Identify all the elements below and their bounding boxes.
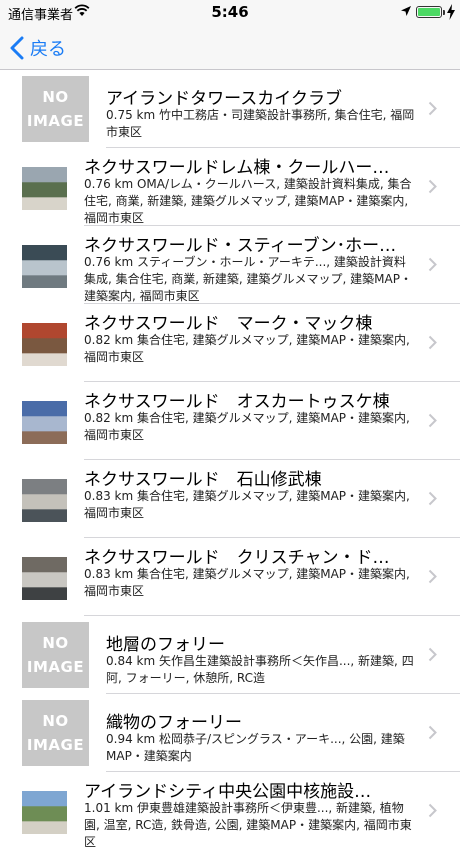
item-title: ネクサスワールド オスカートゥスケ棟 xyxy=(84,392,390,412)
clock: 5:46 xyxy=(211,3,249,21)
list-item[interactable]: NO IMAGE アイランドタワースカイクラブ 0.75 km 竹中工務店・司建築設計… xyxy=(0,70,460,148)
list-item[interactable]: ネクサスワールド クリスチャン・ド… 0.83 km 集合住宅, 建築グルメマップ… xyxy=(0,538,460,616)
status-bar: 通信事業者 5:46 xyxy=(0,0,460,26)
building-photo xyxy=(22,557,67,600)
item-detail: 1.01 km 伊東豊雄建築設計事務所＜伊東豊..., 新建築, 植物園, 温室… xyxy=(84,801,412,849)
battery-level-fill xyxy=(418,8,440,16)
list-item[interactable]: ネクサスワールド・スティーブン･ホー… 0.76 km スティーブン・ホール・アー… xyxy=(0,226,460,304)
building-photo xyxy=(22,479,67,522)
list-item[interactable]: アイランドシティ中央公園中核施設… 1.01 km 伊東豊雄建築設計事務所＜伊東豊… xyxy=(0,772,460,850)
battery-icon xyxy=(416,6,445,18)
chevron-right-icon xyxy=(428,725,437,740)
chevron-right-icon xyxy=(428,257,437,272)
item-title: 地層のフォリー xyxy=(106,635,225,655)
item-title: ネクサスワールド・スティーブン･ホー… xyxy=(84,236,397,256)
item-title: 織物のフォーリー xyxy=(106,713,242,733)
list-item[interactable]: NO IMAGE 地層のフォリー 0.84 km 矢作昌生建築設計事務所＜矢作昌...… xyxy=(0,616,460,694)
chevron-left-icon xyxy=(10,36,24,60)
chevron-right-icon xyxy=(428,335,437,350)
chevron-right-icon xyxy=(428,179,437,194)
list-item[interactable]: ネクサスワールド マーク・マック棟 0.82 km 集合住宅, 建築グルメマップ,… xyxy=(0,304,460,382)
item-title: ネクサスワールドレム棟・クールハー… xyxy=(84,158,390,178)
navigation-bar: 戻る xyxy=(0,26,460,70)
list-item[interactable]: ネクサスワールド 石山修武棟 0.83 km 集合住宅, 建築グルメマップ, 建築… xyxy=(0,460,460,538)
location-arrow-icon xyxy=(401,6,411,16)
charging-bolt-icon xyxy=(447,4,455,20)
building-photo xyxy=(22,791,67,834)
building-photo xyxy=(22,245,67,288)
chevron-right-icon xyxy=(428,569,437,584)
item-detail: 0.76 km OMA/レム・クールハース, 建築設計資料集成, 集合住宅, 商… xyxy=(84,177,412,225)
item-detail: 0.76 km スティーブン・ホール・アーキテ..., 建築設計資料集成, 集合… xyxy=(84,255,412,303)
item-title: アイランドシティ中央公園中核施設… xyxy=(84,782,372,802)
item-title: ネクサスワールド 石山修武棟 xyxy=(84,470,322,490)
list-item[interactable]: ネクサスワールド オスカートゥスケ棟 0.82 km 集合住宅, 建築グルメマップ… xyxy=(0,382,460,460)
item-detail: 0.83 km 集合住宅, 建築グルメマップ, 建築MAP・建築案内, 福岡市東… xyxy=(84,489,410,520)
chevron-right-icon xyxy=(428,101,437,116)
back-button[interactable]: 戻る xyxy=(10,34,66,62)
chevron-right-icon xyxy=(428,803,437,818)
no-image-label: IMAGE xyxy=(26,736,85,754)
list-item[interactable]: NO IMAGE 織物のフォーリー 0.94 km 松岡恭子/スピングラス・アーキ..… xyxy=(0,694,460,772)
no-image-label: IMAGE xyxy=(26,112,85,130)
item-title: ネクサスワールド マーク・マック棟 xyxy=(84,314,373,334)
item-detail: 0.82 km 集合住宅, 建築グルメマップ, 建築MAP・建築案内, 福岡市東… xyxy=(84,411,410,442)
chevron-right-icon xyxy=(428,647,437,662)
back-label: 戻る xyxy=(30,39,66,60)
no-image-label: NO xyxy=(42,88,69,106)
chevron-right-icon xyxy=(428,413,437,428)
no-image-placeholder: NO IMAGE xyxy=(22,622,89,688)
no-image-label: IMAGE xyxy=(26,658,85,676)
chevron-right-icon xyxy=(428,491,437,506)
building-photo xyxy=(22,401,67,444)
list-item[interactable]: ネクサスワールドレム棟・クールハー… 0.76 km OMA/レム・クールハース,… xyxy=(0,148,460,226)
item-title: アイランドタワースカイクラブ xyxy=(106,89,342,109)
no-image-label: NO xyxy=(42,634,69,652)
no-image-placeholder: NO IMAGE xyxy=(22,76,89,142)
no-image-label: NO xyxy=(42,712,69,730)
item-title: ネクサスワールド クリスチャン・ド… xyxy=(84,548,390,568)
building-photo xyxy=(22,167,67,210)
no-image-placeholder: NO IMAGE xyxy=(22,700,89,766)
building-photo xyxy=(22,323,67,366)
item-detail: 0.82 km 集合住宅, 建築グルメマップ, 建築MAP・建築案内, 福岡市東… xyxy=(84,333,410,364)
item-detail: 0.83 km 集合住宅, 建築グルメマップ, 建築MAP・建築案内, 福岡市東… xyxy=(84,567,410,598)
